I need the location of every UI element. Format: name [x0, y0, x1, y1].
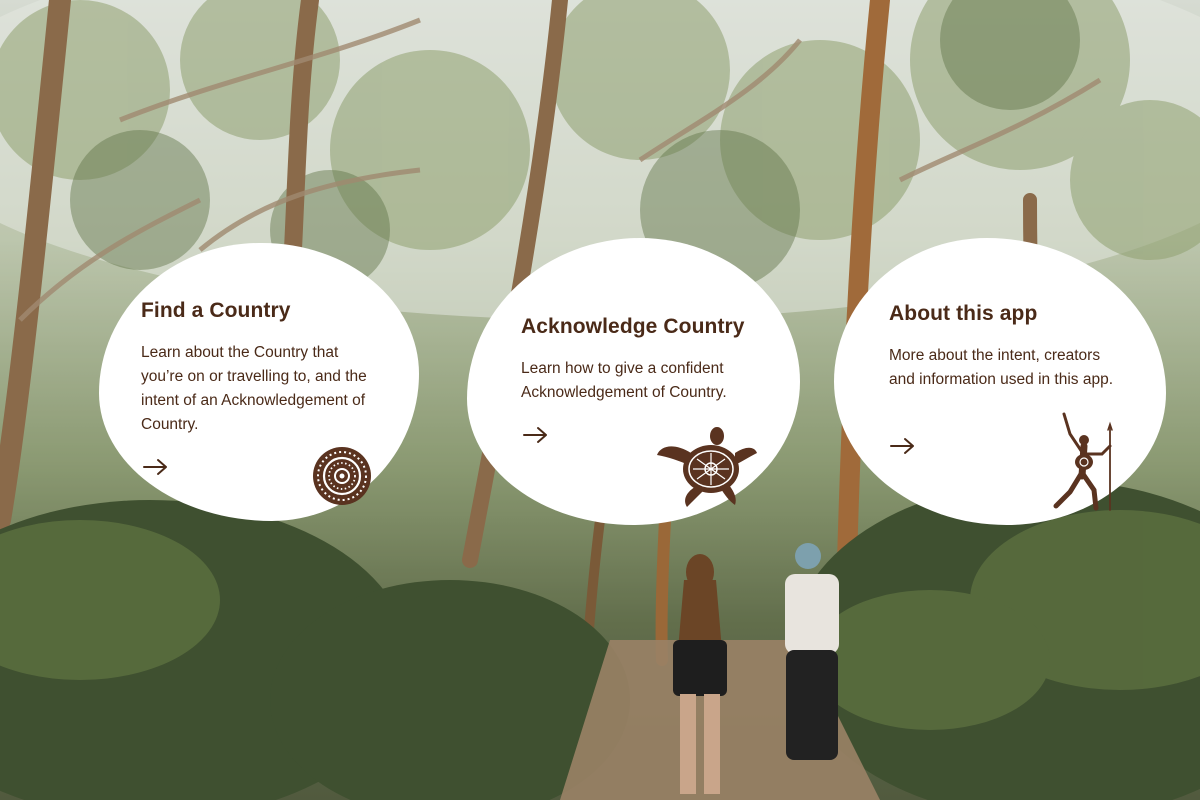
card-find-a-country[interactable]: Find a Country Learn about the Country t…: [99, 243, 419, 521]
arrow-right-icon[interactable]: [522, 425, 550, 445]
card-title: Find a Country: [141, 299, 291, 322]
arrow-right-icon[interactable]: [142, 457, 170, 477]
card-description: Learn how to give a confident Acknowledg…: [521, 360, 727, 401]
card-title: About this app: [889, 302, 1038, 325]
hunter-figure-icon: [1050, 410, 1116, 521]
arrow-right-icon[interactable]: [889, 436, 917, 456]
turtle-icon: [655, 423, 759, 516]
card-description: More about the intent, creators and info…: [889, 347, 1114, 388]
card-title: Acknowledge Country: [521, 315, 745, 338]
card-description: Learn about the Country that you’re on o…: [141, 344, 367, 433]
concentric-circles-icon: [311, 445, 373, 512]
